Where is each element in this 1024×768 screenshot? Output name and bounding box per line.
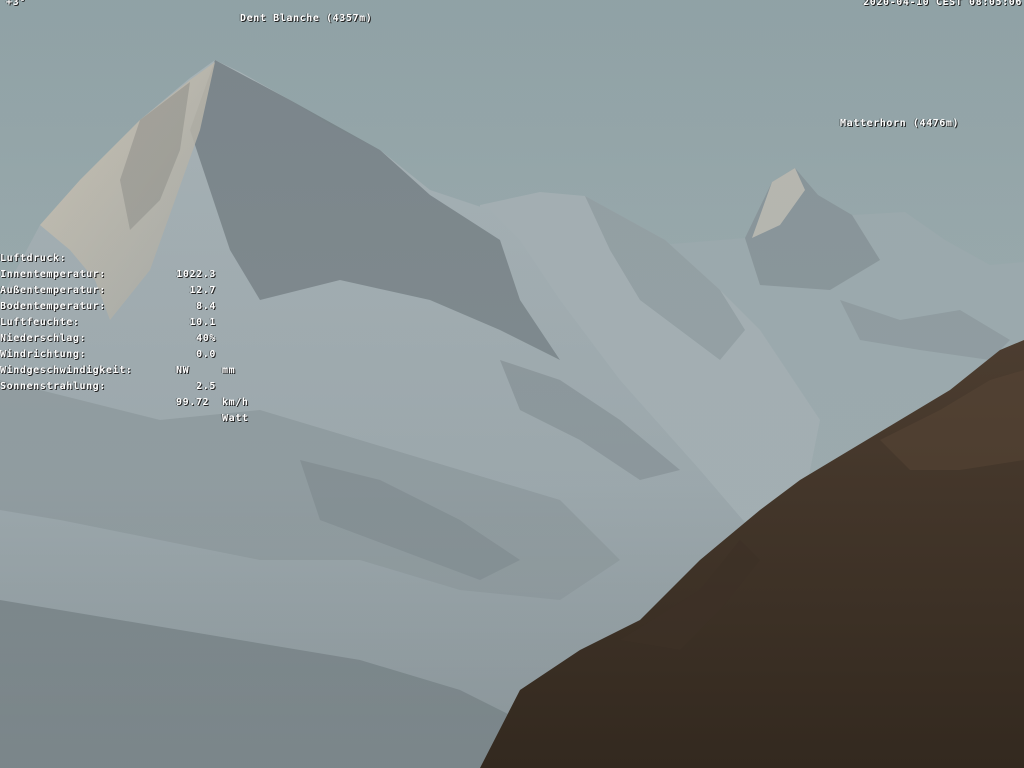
weather-row-indoor-temp: Innentemperatur: 12.7 <box>0 251 215 296</box>
weather-value: 2.5 <box>196 381 216 392</box>
weather-panel: Luftdruck: 1022.3 Innentemperatur: 12.7 … <box>0 235 248 424</box>
weather-value: NW <box>176 365 190 376</box>
weather-unit: Watt <box>222 413 249 424</box>
peak-label-matterhorn: Matterhorn (4476m) <box>840 118 960 129</box>
weather-row-precipitation: Niederschlag: 0.0 mm <box>0 315 235 376</box>
timestamp: 2020-04-10 CEST 08:05:06 <box>863 0 1022 8</box>
weather-value: 10.1 <box>189 317 216 328</box>
weather-value: 8.4 <box>196 301 216 312</box>
weather-value: 40% <box>196 333 216 344</box>
weather-row-pressure: Luftdruck: 1022.3 <box>0 235 215 280</box>
weather-row-solar-radiation: Sonnenstrahlung: 99.72 Watt <box>0 363 248 424</box>
peak-label-dent-blanche: Dent Blanche (4357m) <box>240 13 373 24</box>
weather-row-humidity: Luftfeuchte: 40% <box>0 299 215 344</box>
weather-row-wind-speed: Windgeschwindigkeit: 2.5 km/h <box>0 347 248 408</box>
weather-value: 0.0 <box>196 349 216 360</box>
weather-label: Sonnenstrahlung: <box>0 381 106 392</box>
outside-temperature: +3° <box>6 0 26 8</box>
weather-row-outdoor-temp: Außentemperatur: 8.4 <box>0 267 215 312</box>
weather-row-ground-temp: Bodentemperatur: 10.1 <box>0 283 215 328</box>
weather-value: 99.72 <box>176 397 210 408</box>
weather-value: 1022.3 <box>176 269 216 280</box>
weather-value: 12.7 <box>189 285 216 296</box>
weather-row-wind-direction: Windrichtung: NW <box>0 331 189 376</box>
